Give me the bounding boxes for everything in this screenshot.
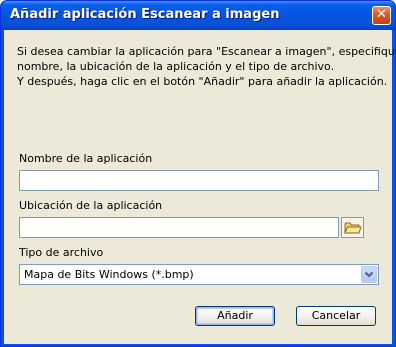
dialog-body: Si desea cambiar la aplicación para "Esc… [4,30,396,344]
close-button[interactable]: ✕ [372,6,391,25]
app-location-label: Ubicación de la aplicación [19,199,163,212]
instructions-line-2: nombre, la ubicación de la aplicación y … [17,60,335,73]
file-type-selected: Mapa de Bits Windows (*.bmp) [24,268,194,281]
dialog-title: Añadir aplicación Escanear a imagen [10,7,280,22]
app-name-input[interactable] [19,170,379,191]
chevron-down-icon [364,271,374,278]
app-name-label: Nombre de la aplicación [19,152,153,165]
close-icon: ✕ [376,7,387,22]
file-type-select[interactable]: Mapa de Bits Windows (*.bmp) [19,264,379,285]
folder-icon [344,222,362,234]
title-bar[interactable]: Añadir aplicación Escanear a imagen ✕ [1,1,395,30]
app-location-input[interactable] [19,217,339,238]
dialog-window: Añadir aplicación Escanear a imagen ✕ Si… [0,0,396,347]
instructions-text: Si desea cambiar la aplicación para "Esc… [17,44,396,89]
file-type-label: Tipo de archivo [19,246,104,259]
instructions-line-3: Y después, haga clic en el botón "Añadir… [17,75,388,88]
add-button[interactable]: Añadir [195,306,275,326]
instructions-line-1: Si desea cambiar la aplicación para "Esc… [17,45,396,58]
file-type-dropdown-button[interactable] [361,266,377,283]
browse-button[interactable] [341,217,364,238]
cancel-button[interactable]: Cancelar [296,306,376,326]
